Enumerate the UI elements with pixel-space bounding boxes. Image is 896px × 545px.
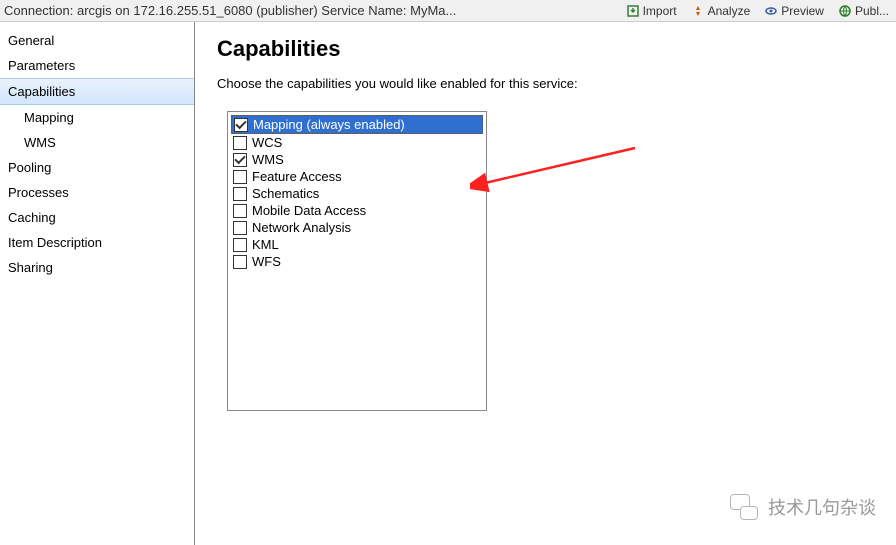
capability-row-wcs[interactable]: WCS xyxy=(231,134,483,151)
sidebar-item-caching[interactable]: Caching xyxy=(0,205,194,230)
wechat-icon xyxy=(730,494,758,520)
watermark: 技术几句杂谈 xyxy=(730,494,876,520)
checkbox-wcs[interactable] xyxy=(233,136,247,150)
sidebar-item-parameters[interactable]: Parameters xyxy=(0,53,194,78)
capability-row-schematics[interactable]: Schematics xyxy=(231,185,483,202)
checkbox-wms[interactable] xyxy=(233,153,247,167)
checkbox-network-analysis[interactable] xyxy=(233,221,247,235)
capability-label: WMS xyxy=(252,152,284,167)
capability-label: Feature Access xyxy=(252,169,342,184)
capability-row-mobile-data-access[interactable]: Mobile Data Access xyxy=(231,202,483,219)
toolbar-buttons: Import Analyze Preview Publ... xyxy=(623,3,892,19)
sidebar: General Parameters Capabilities Mapping … xyxy=(0,22,195,545)
annotation-arrow xyxy=(470,145,645,195)
checkbox-mobile-data-access[interactable] xyxy=(233,204,247,218)
import-button[interactable]: Import xyxy=(623,3,680,19)
publish-button[interactable]: Publ... xyxy=(835,3,892,19)
checkbox-kml[interactable] xyxy=(233,238,247,252)
page-title: Capabilities xyxy=(217,36,874,62)
import-label: Import xyxy=(643,4,677,18)
sidebar-item-sharing[interactable]: Sharing xyxy=(0,255,194,280)
watermark-text: 技术几句杂谈 xyxy=(768,494,876,520)
main-area: General Parameters Capabilities Mapping … xyxy=(0,22,896,545)
sidebar-item-pooling[interactable]: Pooling xyxy=(0,155,194,180)
analyze-label: Analyze xyxy=(708,4,751,18)
preview-button[interactable]: Preview xyxy=(761,3,827,19)
connection-label: Connection: arcgis on 172.16.255.51_6080… xyxy=(4,3,456,18)
sidebar-item-capabilities[interactable]: Capabilities xyxy=(0,78,194,105)
page-description: Choose the capabilities you would like e… xyxy=(217,76,874,91)
preview-icon xyxy=(764,4,778,18)
capability-label: KML xyxy=(252,237,279,252)
capability-label: Mobile Data Access xyxy=(252,203,366,218)
analyze-button[interactable]: Analyze xyxy=(688,3,754,19)
capability-row-wfs[interactable]: WFS xyxy=(231,253,483,270)
capability-row-mapping[interactable]: Mapping (always enabled) xyxy=(231,115,483,134)
sidebar-item-processes[interactable]: Processes xyxy=(0,180,194,205)
checkbox-mapping[interactable] xyxy=(234,118,248,132)
capability-label: Mapping (always enabled) xyxy=(253,117,405,132)
publish-label: Publ... xyxy=(855,4,889,18)
analyze-icon xyxy=(691,4,705,18)
publish-icon xyxy=(838,4,852,18)
checkbox-feature-access[interactable] xyxy=(233,170,247,184)
sidebar-item-item-description[interactable]: Item Description xyxy=(0,230,194,255)
checkbox-wfs[interactable] xyxy=(233,255,247,269)
top-bar: Connection: arcgis on 172.16.255.51_6080… xyxy=(0,0,896,22)
capability-label: Schematics xyxy=(252,186,319,201)
sidebar-item-general[interactable]: General xyxy=(0,28,194,53)
import-icon xyxy=(626,4,640,18)
capability-label: Network Analysis xyxy=(252,220,351,235)
sidebar-item-mapping[interactable]: Mapping xyxy=(0,105,194,130)
sidebar-item-wms[interactable]: WMS xyxy=(0,130,194,155)
capability-row-feature-access[interactable]: Feature Access xyxy=(231,168,483,185)
content-panel: Capabilities Choose the capabilities you… xyxy=(195,22,896,545)
capability-label: WFS xyxy=(252,254,281,269)
capability-row-kml[interactable]: KML xyxy=(231,236,483,253)
capability-row-network-analysis[interactable]: Network Analysis xyxy=(231,219,483,236)
checkbox-schematics[interactable] xyxy=(233,187,247,201)
capabilities-listbox[interactable]: Mapping (always enabled) WCS WMS Feature… xyxy=(227,111,487,411)
preview-label: Preview xyxy=(781,4,824,18)
capability-row-wms[interactable]: WMS xyxy=(231,151,483,168)
capability-label: WCS xyxy=(252,135,282,150)
